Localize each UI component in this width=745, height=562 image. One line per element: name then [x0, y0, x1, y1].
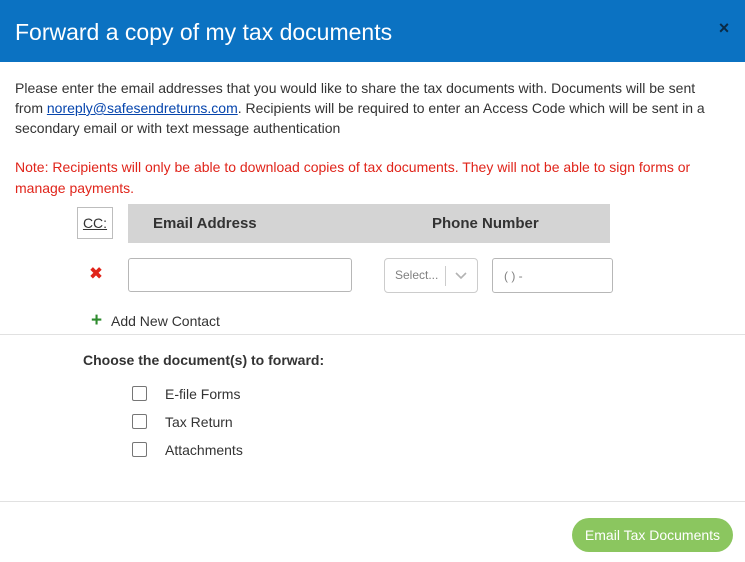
- add-contact-label: Add New Contact: [111, 313, 220, 329]
- email-column-header: Email Address: [153, 215, 257, 232]
- note-text: Note: Recipients will only be able to do…: [15, 159, 691, 196]
- remove-contact-icon[interactable]: ✖: [88, 264, 104, 284]
- cc-button[interactable]: CC:: [77, 207, 113, 239]
- plus-icon: +: [91, 310, 103, 331]
- attachments-checkbox[interactable]: [132, 442, 147, 457]
- efile-label[interactable]: E-file Forms: [165, 385, 240, 403]
- chevron-down-icon[interactable]: [451, 267, 471, 285]
- close-icon[interactable]: ×: [714, 18, 734, 38]
- add-new-contact-button[interactable]: + Add New Contact: [91, 311, 220, 331]
- sender-email-link[interactable]: noreply@safesendreturns.com: [47, 100, 238, 116]
- section-divider: [0, 334, 745, 335]
- tax-return-checkbox[interactable]: [132, 414, 147, 429]
- dialog-title: Forward a copy of my tax documents: [15, 19, 393, 45]
- country-code-select[interactable]: Select...: [384, 258, 478, 293]
- intro-text: Please enter the email addresses that yo…: [15, 78, 720, 138]
- documents-heading: Choose the document(s) to forward:: [83, 352, 325, 368]
- contacts-table-header: Email Address Phone Number: [128, 204, 610, 243]
- phone-field[interactable]: [492, 258, 613, 293]
- email-field[interactable]: [128, 258, 352, 292]
- attachments-label[interactable]: Attachments: [165, 441, 243, 459]
- email-tax-documents-button[interactable]: Email Tax Documents: [572, 518, 733, 552]
- dialog-header: Forward a copy of my tax documents ×: [0, 0, 745, 62]
- country-code-value: Select...: [395, 268, 439, 282]
- phone-column-header: Phone Number: [432, 215, 539, 232]
- footer-divider: [0, 501, 745, 502]
- tax-return-label[interactable]: Tax Return: [165, 413, 233, 431]
- select-separator: [445, 266, 446, 286]
- efile-checkbox[interactable]: [132, 386, 147, 401]
